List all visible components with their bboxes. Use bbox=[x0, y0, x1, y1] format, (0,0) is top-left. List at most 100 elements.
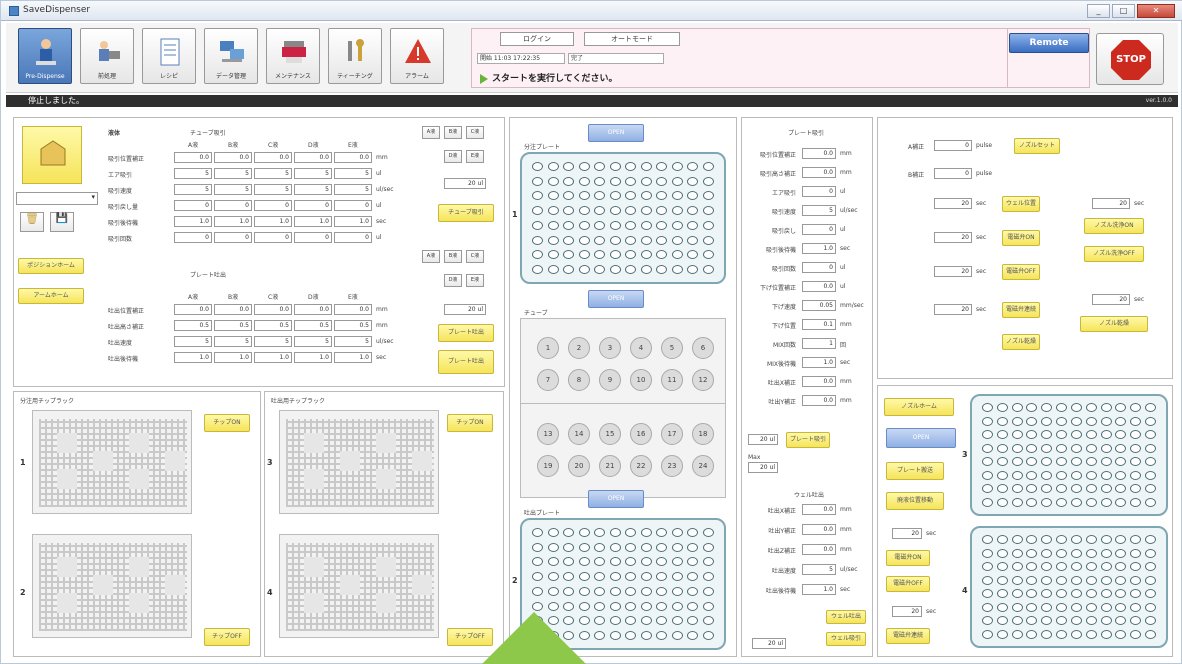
well[interactable] bbox=[578, 572, 590, 582]
well[interactable] bbox=[1011, 548, 1023, 558]
well[interactable] bbox=[1115, 484, 1127, 494]
well-position-button[interactable]: ウェル位置 bbox=[1002, 196, 1040, 212]
value-field[interactable]: 0.5 bbox=[174, 320, 212, 331]
well[interactable] bbox=[1085, 575, 1097, 585]
well[interactable] bbox=[656, 527, 668, 537]
well[interactable] bbox=[609, 527, 621, 537]
well[interactable] bbox=[532, 527, 544, 537]
well[interactable] bbox=[1145, 616, 1157, 626]
well[interactable] bbox=[1130, 575, 1142, 585]
well[interactable] bbox=[1026, 589, 1038, 599]
well[interactable] bbox=[656, 176, 668, 186]
well[interactable] bbox=[981, 484, 993, 494]
well[interactable] bbox=[671, 586, 683, 596]
well[interactable] bbox=[981, 416, 993, 426]
well[interactable] bbox=[594, 191, 606, 201]
well[interactable] bbox=[563, 191, 575, 201]
well[interactable] bbox=[1026, 416, 1038, 426]
stop-button[interactable]: STOP bbox=[1096, 33, 1164, 85]
well[interactable] bbox=[996, 430, 1008, 440]
tube-slot[interactable]: 21 bbox=[599, 455, 621, 477]
login-button[interactable]: ログイン bbox=[500, 32, 574, 46]
well[interactable] bbox=[1115, 430, 1127, 440]
plate-dispense-button-2[interactable]: プレート吐出 bbox=[438, 350, 494, 374]
well[interactable] bbox=[578, 206, 590, 216]
well[interactable] bbox=[640, 176, 652, 186]
well[interactable] bbox=[1085, 548, 1097, 558]
well[interactable] bbox=[1115, 443, 1127, 453]
well[interactable] bbox=[609, 161, 621, 171]
well[interactable] bbox=[671, 161, 683, 171]
well[interactable] bbox=[1145, 470, 1157, 480]
well[interactable] bbox=[547, 265, 559, 275]
value-field[interactable]: 1.0 bbox=[294, 216, 332, 227]
well[interactable] bbox=[1115, 548, 1127, 558]
chip-off-button[interactable]: チップOFF bbox=[204, 628, 250, 646]
well[interactable] bbox=[1115, 457, 1127, 467]
well[interactable] bbox=[1085, 470, 1097, 480]
setting-field[interactable]: 1 bbox=[802, 338, 836, 349]
well[interactable] bbox=[578, 557, 590, 567]
well[interactable] bbox=[532, 191, 544, 201]
well[interactable] bbox=[1115, 575, 1127, 585]
well[interactable] bbox=[594, 235, 606, 245]
tube-slot[interactable]: 19 bbox=[537, 455, 559, 477]
home-button[interactable] bbox=[22, 126, 82, 184]
well[interactable] bbox=[640, 250, 652, 260]
valve-continuous-button[interactable]: 電磁弁連続 bbox=[1002, 302, 1040, 318]
tool-alarm[interactable]: アラーム bbox=[390, 28, 444, 84]
well[interactable] bbox=[1026, 484, 1038, 494]
well[interactable] bbox=[1056, 497, 1068, 507]
well[interactable] bbox=[981, 562, 993, 572]
well[interactable] bbox=[1085, 535, 1097, 545]
well[interactable] bbox=[671, 631, 683, 641]
well[interactable] bbox=[1011, 403, 1023, 413]
well[interactable] bbox=[1041, 416, 1053, 426]
well[interactable] bbox=[1100, 457, 1112, 467]
setting-field[interactable]: 0 bbox=[802, 186, 836, 197]
value-field[interactable]: 0.0 bbox=[254, 152, 292, 163]
well[interactable] bbox=[981, 497, 993, 507]
well[interactable] bbox=[1070, 443, 1082, 453]
well[interactable] bbox=[1026, 629, 1038, 639]
well[interactable] bbox=[1085, 484, 1097, 494]
well[interactable] bbox=[594, 527, 606, 537]
tube-slot[interactable]: 14 bbox=[568, 423, 590, 445]
well[interactable] bbox=[702, 206, 714, 216]
well[interactable] bbox=[996, 484, 1008, 494]
well[interactable] bbox=[594, 161, 606, 171]
tube-slot[interactable]: 23 bbox=[661, 455, 683, 477]
well[interactable] bbox=[1070, 562, 1082, 572]
tube-slot[interactable]: 2 bbox=[568, 337, 590, 359]
well[interactable] bbox=[1145, 535, 1157, 545]
well[interactable] bbox=[702, 542, 714, 552]
well[interactable] bbox=[1026, 403, 1038, 413]
a-offset-field[interactable]: 0 bbox=[934, 140, 972, 151]
well[interactable] bbox=[625, 191, 637, 201]
well[interactable] bbox=[671, 206, 683, 216]
tube-volume-field[interactable]: 20 ul bbox=[444, 178, 486, 189]
value-field[interactable]: 5 bbox=[294, 168, 332, 179]
tube-slot[interactable]: 5 bbox=[661, 337, 683, 359]
well[interactable] bbox=[1070, 484, 1082, 494]
setting-field[interactable]: 0.0 bbox=[802, 395, 836, 406]
well[interactable] bbox=[1070, 589, 1082, 599]
well[interactable] bbox=[1056, 443, 1068, 453]
well[interactable] bbox=[1056, 548, 1068, 558]
well[interactable] bbox=[625, 265, 637, 275]
well[interactable] bbox=[996, 457, 1008, 467]
well[interactable] bbox=[594, 220, 606, 230]
well[interactable] bbox=[625, 220, 637, 230]
well[interactable] bbox=[671, 220, 683, 230]
well[interactable] bbox=[1085, 416, 1097, 426]
well[interactable] bbox=[1115, 416, 1127, 426]
well[interactable] bbox=[687, 206, 699, 216]
well[interactable] bbox=[1070, 497, 1082, 507]
setting-field[interactable]: 5 bbox=[802, 205, 836, 216]
well[interactable] bbox=[640, 542, 652, 552]
well[interactable] bbox=[671, 572, 683, 582]
well[interactable] bbox=[1085, 443, 1097, 453]
well[interactable] bbox=[625, 631, 637, 641]
well[interactable] bbox=[563, 235, 575, 245]
well[interactable] bbox=[1026, 430, 1038, 440]
